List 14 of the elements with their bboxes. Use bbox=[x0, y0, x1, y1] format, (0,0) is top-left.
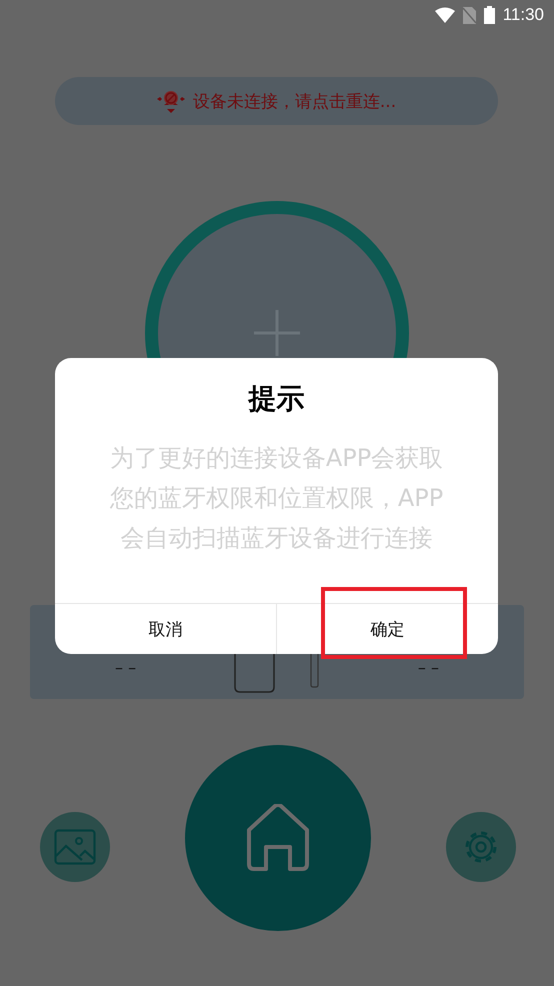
image-icon bbox=[54, 829, 96, 865]
cancel-button[interactable]: 取消 bbox=[55, 604, 276, 654]
banner-text: 设备未连接，请点击重连... bbox=[192, 90, 396, 112]
dialog-title: 提示 bbox=[246, 381, 306, 417]
plus-icon bbox=[254, 310, 300, 356]
confirm-button[interactable]: 确定 bbox=[276, 604, 498, 654]
no-sim-icon bbox=[462, 6, 476, 24]
left-value: – – bbox=[115, 658, 136, 676]
home-icon bbox=[245, 804, 311, 872]
right-value: – – bbox=[418, 658, 439, 676]
wifi-icon bbox=[434, 7, 455, 23]
status-time: 11:30 bbox=[502, 5, 544, 25]
device-disconnected-icon bbox=[156, 88, 185, 114]
battery-icon bbox=[484, 6, 495, 24]
